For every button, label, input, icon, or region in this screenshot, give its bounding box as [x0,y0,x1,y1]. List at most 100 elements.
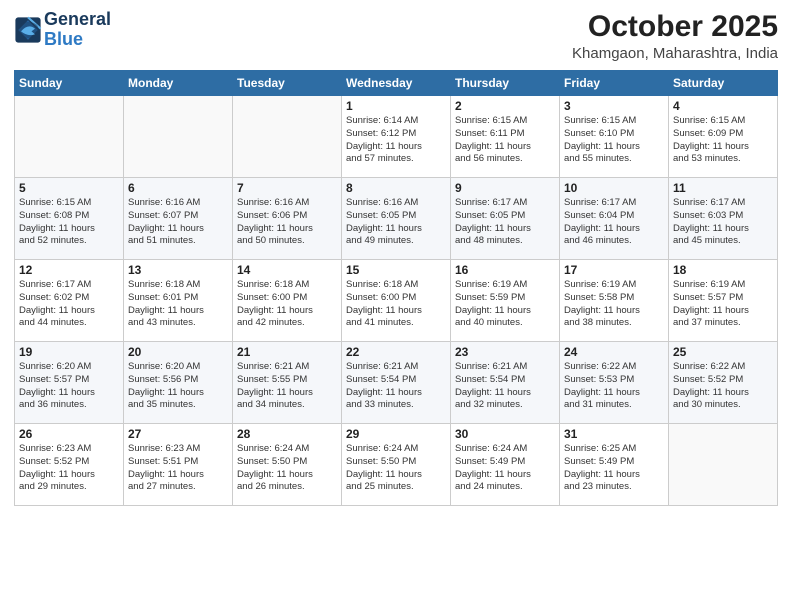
day-info: Sunrise: 6:15 AMSunset: 6:10 PMDaylight:… [564,115,664,166]
day-info: Sunrise: 6:20 AMSunset: 5:57 PMDaylight:… [19,361,119,412]
day-number: 11 [673,181,773,195]
day-number: 4 [673,99,773,113]
day-number: 14 [237,263,337,277]
calendar-cell: 20Sunrise: 6:20 AMSunset: 5:56 PMDayligh… [124,342,233,424]
calendar-cell: 24 Sunrise: 6:22 AMSunset: 5:53 PMDayligh… [560,342,669,424]
week-row-2: 5 Sunrise: 6:15 AMSunset: 6:08 PMDaylight… [15,178,778,260]
day-number: 29 [346,427,446,441]
day-info: Sunrise: 6:17 AMSunset: 6:05 PMDaylight:… [455,197,555,248]
day-info: Sunrise: 6:23 AMSunset: 5:52 PMDaylight:… [19,443,119,494]
week-row-4: 19 Sunrise: 6:20 AMSunset: 5:57 PMDayligh… [15,342,778,424]
calendar-cell: 6 Sunrise: 6:16 AMSunset: 6:07 PMDaylight… [124,178,233,260]
day-info: Sunrise: 6:22 AMSunset: 5:53 PMDaylight:… [564,361,664,412]
day-info: Sunrise: 6:15 AMSunset: 6:09 PMDaylight:… [673,115,773,166]
month-title: October 2025 [572,10,778,43]
calendar-cell: 22Sunrise: 6:21 AMSunset: 5:54 PMDayligh… [342,342,451,424]
day-number: 17 [564,263,664,277]
day-info: Sunrise: 6:19 AMSunset: 5:57 PMDaylight:… [673,279,773,330]
day-info: Sunrise: 6:24 AMSunset: 5:49 PMDaylight:… [455,443,555,494]
calendar-cell: 12 Sunrise: 6:17 AMSunset: 6:02 PMDayligh… [15,260,124,342]
calendar-cell: 23 Sunrise: 6:21 AMSunset: 5:54 PMDayligh… [451,342,560,424]
day-info: Sunrise: 6:16 AMSunset: 6:05 PMDaylight:… [346,197,446,248]
logo-text: GeneralBlue [44,10,111,50]
calendar-cell: 17Sunrise: 6:19 AMSunset: 5:58 PMDayligh… [560,260,669,342]
weekday-header-wednesday: Wednesday [342,71,451,96]
day-number: 1 [346,99,446,113]
day-info: Sunrise: 6:17 AMSunset: 6:04 PMDaylight:… [564,197,664,248]
day-info: Sunrise: 6:18 AMSunset: 6:01 PMDaylight:… [128,279,228,330]
day-number: 12 [19,263,119,277]
calendar-cell: 19 Sunrise: 6:20 AMSunset: 5:57 PMDayligh… [15,342,124,424]
day-number: 19 [19,345,119,359]
page: GeneralBlue October 2025 Khamgaon, Mahar… [0,0,792,612]
day-number: 15 [346,263,446,277]
logo-icon [14,16,42,44]
day-info: Sunrise: 6:18 AMSunset: 6:00 PMDaylight:… [346,279,446,330]
weekday-header-thursday: Thursday [451,71,560,96]
day-number: 6 [128,181,228,195]
calendar-cell: 11 Sunrise: 6:17 AMSunset: 6:03 PMDayligh… [669,178,778,260]
day-number: 24 [564,345,664,359]
day-info: Sunrise: 6:19 AMSunset: 5:59 PMDaylight:… [455,279,555,330]
day-number: 30 [455,427,555,441]
day-number: 3 [564,99,664,113]
week-row-3: 12 Sunrise: 6:17 AMSunset: 6:02 PMDayligh… [15,260,778,342]
calendar-cell [15,96,124,178]
calendar-cell: 9Sunrise: 6:17 AMSunset: 6:05 PMDaylight… [451,178,560,260]
calendar-cell: 27Sunrise: 6:23 AMSunset: 5:51 PMDayligh… [124,424,233,506]
day-number: 5 [19,181,119,195]
day-info: Sunrise: 6:17 AMSunset: 6:03 PMDaylight:… [673,197,773,248]
day-info: Sunrise: 6:16 AMSunset: 6:06 PMDaylight:… [237,197,337,248]
calendar-cell: 16 Sunrise: 6:19 AMSunset: 5:59 PMDayligh… [451,260,560,342]
calendar-cell: 4 Sunrise: 6:15 AMSunset: 6:09 PMDaylight… [669,96,778,178]
day-number: 13 [128,263,228,277]
day-info: Sunrise: 6:24 AMSunset: 5:50 PMDaylight:… [346,443,446,494]
day-number: 23 [455,345,555,359]
calendar-cell: 25 Sunrise: 6:22 AMSunset: 5:52 PMDayligh… [669,342,778,424]
day-info: Sunrise: 6:15 AMSunset: 6:08 PMDaylight:… [19,197,119,248]
weekday-header-sunday: Sunday [15,71,124,96]
calendar-cell [233,96,342,178]
day-number: 10 [564,181,664,195]
calendar-cell: 29 Sunrise: 6:24 AMSunset: 5:50 PMDayligh… [342,424,451,506]
day-info: Sunrise: 6:21 AMSunset: 5:54 PMDaylight:… [455,361,555,412]
location-title: Khamgaon, Maharashtra, India [572,45,778,62]
calendar-cell: 13 Sunrise: 6:18 AMSunset: 6:01 PMDayligh… [124,260,233,342]
weekday-header-tuesday: Tuesday [233,71,342,96]
calendar-cell: 5 Sunrise: 6:15 AMSunset: 6:08 PMDaylight… [15,178,124,260]
calendar-cell: 7 Sunrise: 6:16 AMSunset: 6:06 PMDaylight… [233,178,342,260]
calendar-cell [124,96,233,178]
header: GeneralBlue October 2025 Khamgaon, Mahar… [14,10,778,62]
calendar-table: SundayMondayTuesdayWednesdayThursdayFrid… [14,70,778,506]
day-info: Sunrise: 6:18 AMSunset: 6:00 PMDaylight:… [237,279,337,330]
day-number: 8 [346,181,446,195]
week-row-5: 26 Sunrise: 6:23 AMSunset: 5:52 PMDayligh… [15,424,778,506]
calendar-cell: 15 Sunrise: 6:18 AMSunset: 6:00 PMDayligh… [342,260,451,342]
calendar-cell: 2Sunrise: 6:15 AMSunset: 6:11 PMDaylight… [451,96,560,178]
title-block: October 2025 Khamgaon, Maharashtra, Indi… [572,10,778,62]
weekday-header-saturday: Saturday [669,71,778,96]
day-number: 31 [564,427,664,441]
day-info: Sunrise: 6:22 AMSunset: 5:52 PMDaylight:… [673,361,773,412]
calendar-cell: 3 Sunrise: 6:15 AMSunset: 6:10 PMDaylight… [560,96,669,178]
weekday-header-friday: Friday [560,71,669,96]
day-number: 7 [237,181,337,195]
weekday-header-row: SundayMondayTuesdayWednesdayThursdayFrid… [15,71,778,96]
day-info: Sunrise: 6:15 AMSunset: 6:11 PMDaylight:… [455,115,555,166]
day-number: 16 [455,263,555,277]
calendar-cell: 28Sunrise: 6:24 AMSunset: 5:50 PMDayligh… [233,424,342,506]
week-row-1: 1 Sunrise: 6:14 AMSunset: 6:12 PMDaylight… [15,96,778,178]
day-info: Sunrise: 6:16 AMSunset: 6:07 PMDaylight:… [128,197,228,248]
day-info: Sunrise: 6:14 AMSunset: 6:12 PMDaylight:… [346,115,446,166]
day-info: Sunrise: 6:20 AMSunset: 5:56 PMDaylight:… [128,361,228,412]
logo: GeneralBlue [14,10,111,50]
day-number: 26 [19,427,119,441]
day-number: 25 [673,345,773,359]
calendar-cell: 31Sunrise: 6:25 AMSunset: 5:49 PMDayligh… [560,424,669,506]
day-number: 27 [128,427,228,441]
day-info: Sunrise: 6:17 AMSunset: 6:02 PMDaylight:… [19,279,119,330]
calendar-cell [669,424,778,506]
calendar-cell: 21Sunrise: 6:21 AMSunset: 5:55 PMDayligh… [233,342,342,424]
day-info: Sunrise: 6:21 AMSunset: 5:54 PMDaylight:… [346,361,446,412]
calendar-cell: 26 Sunrise: 6:23 AMSunset: 5:52 PMDayligh… [15,424,124,506]
